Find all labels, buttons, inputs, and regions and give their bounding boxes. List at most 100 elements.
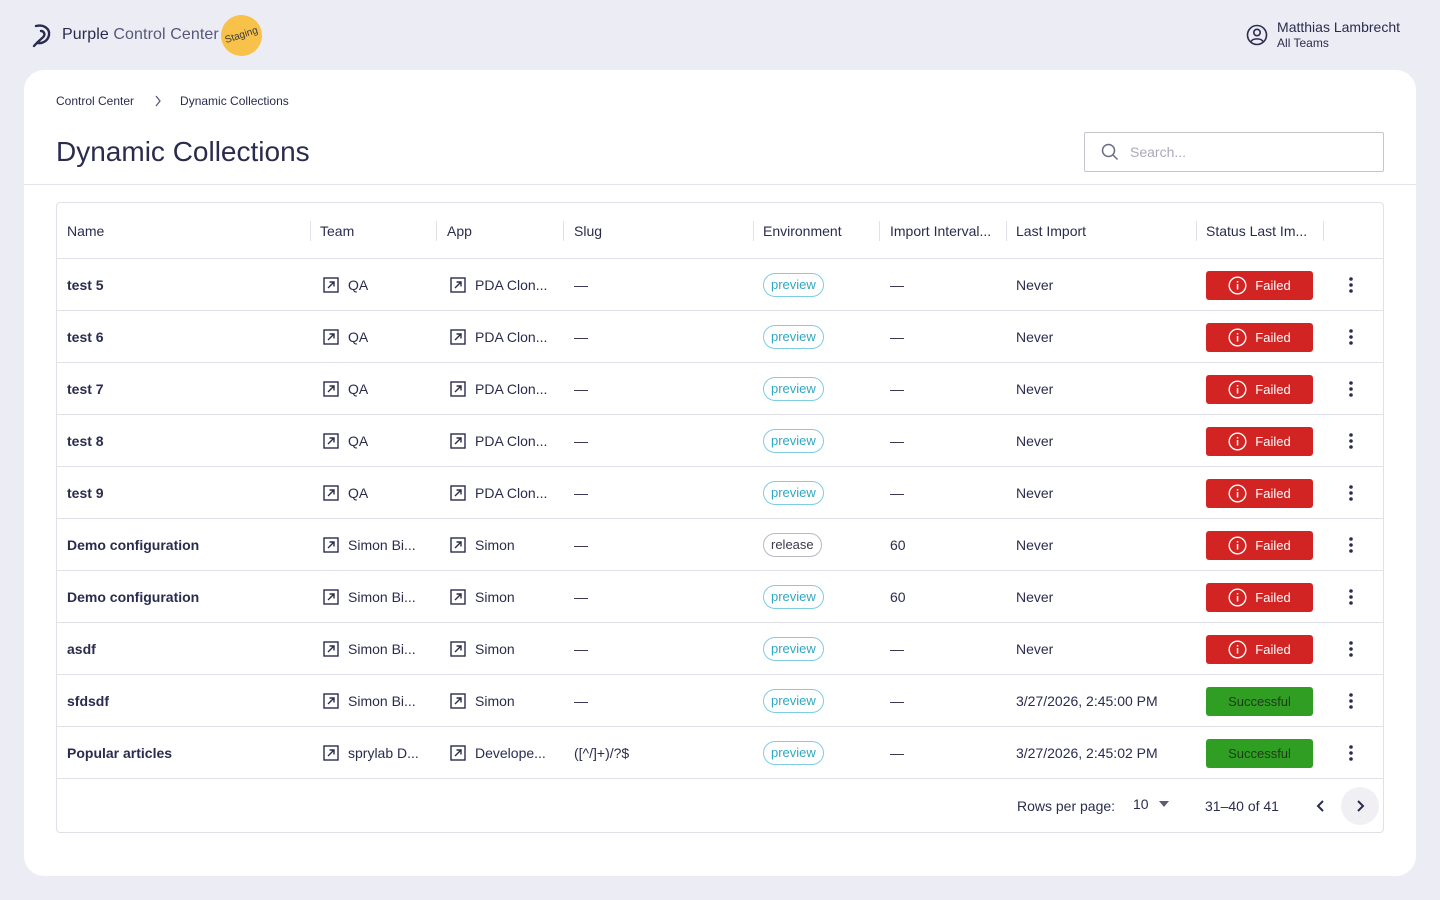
cell-app-link[interactable]: Develope... — [440, 727, 564, 779]
cell-import-interval: — — [890, 485, 904, 501]
cell-team-link[interactable]: Simon Bi... — [313, 675, 437, 727]
cell-import-interval: — — [890, 381, 904, 397]
row-actions-button[interactable] — [1324, 675, 1383, 727]
more-vertical-icon — [1349, 433, 1353, 449]
row-actions-button[interactable] — [1324, 363, 1383, 415]
cell-team-link[interactable]: QA — [313, 311, 437, 363]
brand-logo[interactable]: Purple Control Center — [30, 22, 219, 48]
cell-app-link[interactable]: PDA Clon... — [440, 311, 564, 363]
previous-page-button[interactable] — [1302, 787, 1340, 825]
external-link-icon — [450, 277, 466, 293]
search-icon — [1101, 143, 1119, 161]
cell-team-link[interactable]: Simon Bi... — [313, 571, 437, 623]
cell-team-link[interactable]: QA — [313, 363, 437, 415]
cell-slug: — — [574, 329, 588, 345]
cell-environment: preview — [753, 311, 880, 363]
row-actions-button[interactable] — [1324, 467, 1383, 519]
column-header-import-interval[interactable]: Import Interval... — [880, 203, 1007, 259]
row-actions-button[interactable] — [1324, 727, 1383, 779]
cell-import-interval: — — [890, 693, 904, 709]
table-row[interactable]: test 7 QA PDA Clon... — preview — Never Failed — [57, 363, 1383, 415]
cell-name: test 8 — [67, 433, 104, 449]
cell-status: Failed — [1196, 623, 1324, 675]
external-link-icon — [450, 641, 466, 657]
row-actions-button[interactable] — [1324, 259, 1383, 311]
next-page-button[interactable] — [1341, 787, 1379, 825]
header-divider — [24, 184, 1416, 185]
status-badge: Failed — [1206, 634, 1313, 664]
table-row[interactable]: test 8 QA PDA Clon... — preview — Never Failed — [57, 415, 1383, 467]
column-header-status[interactable]: Status Last Im... — [1196, 203, 1324, 259]
external-link-icon — [323, 433, 339, 449]
chevron-right-icon — [155, 95, 161, 107]
rows-per-page-value: 10 — [1133, 796, 1149, 812]
environment-chip: preview — [763, 429, 824, 453]
row-actions-button[interactable] — [1324, 519, 1383, 571]
cell-team-link[interactable]: sprylab D... — [313, 727, 437, 779]
cell-slug: — — [574, 485, 588, 501]
cell-slug: — — [574, 589, 588, 605]
cell-team-link[interactable]: Simon Bi... — [313, 623, 437, 675]
cell-app-link[interactable]: PDA Clon... — [440, 467, 564, 519]
user-team: All Teams — [1277, 36, 1329, 50]
table-row[interactable]: sfdsdf Simon Bi... Simon — preview — 3/27/2026… — [57, 675, 1383, 727]
search-box[interactable] — [1084, 132, 1384, 172]
column-header-environment[interactable]: Environment — [753, 203, 880, 259]
more-vertical-icon — [1349, 589, 1353, 605]
cell-last-import: Never — [1016, 381, 1054, 397]
row-actions-button[interactable] — [1324, 311, 1383, 363]
user-menu[interactable]: Matthias Lambrecht All Teams — [1246, 19, 1400, 51]
cell-slug: ([^/]+)/?$ — [574, 745, 630, 761]
external-link-icon — [323, 537, 339, 553]
table-row[interactable]: Demo configuration Simon Bi... Simon — relea… — [57, 519, 1383, 571]
status-badge: Failed — [1206, 374, 1313, 404]
cell-app-link[interactable]: Simon — [440, 675, 564, 727]
cell-team-link[interactable]: QA — [313, 467, 437, 519]
more-vertical-icon — [1349, 485, 1353, 501]
environment-chip: preview — [763, 481, 824, 505]
cell-app-link[interactable]: Simon — [440, 623, 564, 675]
column-header-app[interactable]: App — [437, 203, 564, 259]
cell-team-link[interactable]: QA — [313, 259, 437, 311]
table-row[interactable]: Popular articles sprylab D... Develope... (… — [57, 727, 1383, 779]
cell-name: asdf — [67, 641, 96, 657]
cell-environment: preview — [753, 727, 880, 779]
search-input[interactable] — [1130, 144, 1370, 160]
column-header-team[interactable]: Team — [310, 203, 437, 259]
row-actions-button[interactable] — [1324, 415, 1383, 467]
rows-per-page-select[interactable]: 10 — [1133, 796, 1169, 812]
table-row[interactable]: asdf Simon Bi... Simon — preview — Never Failed — [57, 623, 1383, 675]
cell-app-link[interactable]: PDA Clon... — [440, 259, 564, 311]
cell-app-link[interactable]: PDA Clon... — [440, 415, 564, 467]
table-row[interactable]: test 5 QA PDA Clon... — preview — Never Failed — [57, 259, 1383, 311]
info-icon — [1228, 327, 1247, 347]
external-link-icon — [323, 745, 339, 761]
breadcrumb-root[interactable]: Control Center — [56, 94, 134, 108]
row-actions-button[interactable] — [1324, 623, 1383, 675]
status-badge: Successful — [1206, 738, 1313, 768]
column-header-slug[interactable]: Slug — [564, 203, 754, 259]
more-vertical-icon — [1349, 537, 1353, 553]
cell-app-link[interactable]: PDA Clon... — [440, 363, 564, 415]
column-header-last-import[interactable]: Last Import — [1006, 203, 1197, 259]
cell-environment: preview — [753, 415, 880, 467]
info-icon — [1228, 275, 1247, 295]
column-header-name[interactable]: Name — [57, 203, 311, 259]
cell-team-link[interactable]: Simon Bi... — [313, 519, 437, 571]
cell-app-link[interactable]: Simon — [440, 571, 564, 623]
cell-name: test 7 — [67, 381, 104, 397]
external-link-icon — [323, 381, 339, 397]
table-row[interactable]: test 9 QA PDA Clon... — preview — Never Failed — [57, 467, 1383, 519]
cell-status: Failed — [1196, 415, 1324, 467]
external-link-icon — [450, 329, 466, 345]
external-link-icon — [323, 485, 339, 501]
cell-app-link[interactable]: Simon — [440, 519, 564, 571]
environment-chip: preview — [763, 273, 824, 297]
cell-status: Successful — [1196, 727, 1324, 779]
cell-team-link[interactable]: QA — [313, 415, 437, 467]
cell-environment: preview — [753, 363, 880, 415]
row-actions-button[interactable] — [1324, 571, 1383, 623]
table-row[interactable]: test 6 QA PDA Clon... — preview — Never Failed — [57, 311, 1383, 363]
table-row[interactable]: Demo configuration Simon Bi... Simon — previ… — [57, 571, 1383, 623]
cell-slug: — — [574, 381, 588, 397]
